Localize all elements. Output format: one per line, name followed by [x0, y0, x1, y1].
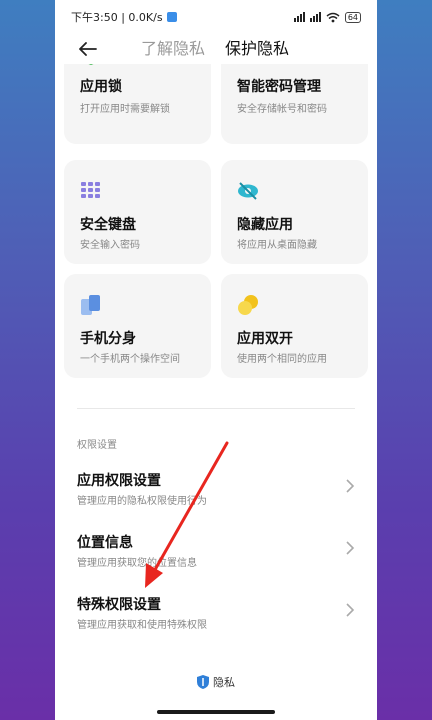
card-title: 智能密码管理 — [237, 79, 321, 95]
card-subtitle: 一个手机两个操作空间 — [80, 354, 180, 365]
section-label-permissions: 权限设置 — [77, 440, 117, 451]
wifi-icon — [326, 12, 340, 22]
card-subtitle: 打开应用时需要解锁 — [80, 104, 170, 115]
status-time-speed: 下午3:50 | 0.0K/s — [71, 11, 163, 24]
row-special-permissions[interactable]: 特殊权限设置 管理应用获取和使用特殊权限 — [55, 590, 377, 646]
footer-brand-text: 隐私 — [213, 676, 235, 689]
card-password-manager[interactable]: 智能密码管理 安全存储帐号和密码 — [221, 64, 368, 144]
keyboard-grid-icon — [81, 182, 100, 198]
row-subtitle: 管理应用的隐私权限使用行为 — [77, 496, 207, 507]
tab-protect-privacy[interactable]: 保护隐私 — [225, 38, 289, 60]
signal-icon-2 — [309, 12, 321, 22]
tab-learn-privacy[interactable]: 了解隐私 — [141, 38, 205, 60]
privacy-shield-logo-icon — [197, 675, 209, 689]
back-button[interactable] — [77, 38, 99, 60]
chevron-right-icon — [346, 479, 355, 493]
content-scroll[interactable]: 应用锁 打开应用时需要解锁 智能密码管理 安全存储帐号和密码 安全键盘 安全输入… — [55, 64, 377, 720]
card-subtitle: 将应用从桌面隐藏 — [237, 240, 317, 251]
shield-icon — [88, 64, 94, 65]
back-arrow-icon — [79, 42, 97, 56]
phone-screen: 下午3:50 | 0.0K/s 64 了解隐私 保护隐私 应用锁 打开应用时需要… — [55, 0, 377, 720]
row-app-permissions[interactable]: 应用权限设置 管理应用的隐私权限使用行为 — [55, 466, 377, 522]
top-nav: 了解隐私 保护隐私 — [55, 34, 377, 64]
card-title: 手机分身 — [80, 331, 136, 347]
eye-off-icon — [238, 182, 258, 200]
row-subtitle: 管理应用获取和使用特殊权限 — [77, 620, 207, 631]
card-second-space[interactable]: 手机分身 一个手机两个操作空间 — [64, 274, 211, 378]
row-title: 位置信息 — [77, 535, 133, 551]
card-subtitle: 安全存储帐号和密码 — [237, 104, 327, 115]
status-bar: 下午3:50 | 0.0K/s 64 — [55, 0, 377, 34]
card-subtitle: 使用两个相同的应用 — [237, 354, 327, 365]
battery-icon: 64 — [344, 11, 361, 23]
row-location[interactable]: 位置信息 管理应用获取您的位置信息 — [55, 528, 377, 584]
twin-circles-icon — [238, 295, 258, 315]
row-subtitle: 管理应用获取您的位置信息 — [77, 558, 197, 569]
card-title: 应用双开 — [237, 331, 293, 347]
card-subtitle: 安全输入密码 — [80, 240, 140, 251]
row-title: 应用权限设置 — [77, 473, 161, 489]
key-box-icon — [237, 64, 259, 66]
signal-icon — [293, 12, 305, 22]
card-hide-apps[interactable]: 隐藏应用 将应用从桌面隐藏 — [221, 160, 368, 264]
card-title: 隐藏应用 — [237, 217, 293, 233]
card-secure-keyboard[interactable]: 安全键盘 安全输入密码 — [64, 160, 211, 264]
home-indicator[interactable] — [157, 710, 275, 714]
card-title: 应用锁 — [80, 79, 122, 95]
chevron-right-icon — [346, 541, 355, 555]
row-title: 特殊权限设置 — [77, 597, 161, 613]
chevron-right-icon — [346, 603, 355, 617]
card-title: 安全键盘 — [80, 217, 136, 233]
dual-phone-icon — [81, 295, 100, 315]
card-app-lock[interactable]: 应用锁 打开应用时需要解锁 — [64, 64, 211, 144]
app-notification-icon — [166, 12, 177, 22]
section-divider — [77, 408, 355, 409]
card-dual-apps[interactable]: 应用双开 使用两个相同的应用 — [221, 274, 368, 378]
footer-brand: 隐私 — [55, 674, 377, 690]
